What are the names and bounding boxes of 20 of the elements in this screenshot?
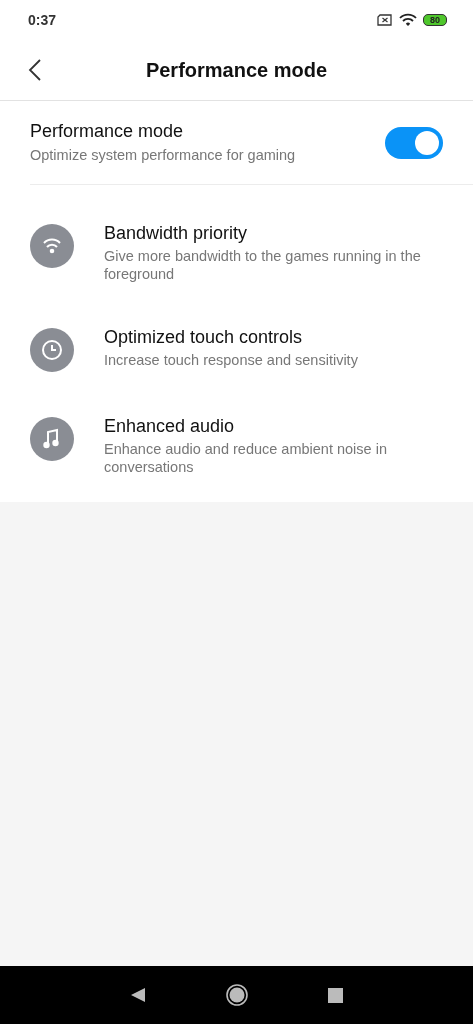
feature-description: Enhance audio and reduce ambient noise in conversations <box>104 440 388 476</box>
feature-description: Give more bandwidth to the games running in the foreground <box>104 247 422 283</box>
feature-title: Bandwidth priority <box>104 223 249 244</box>
feature-title: Enhanced audio <box>104 416 236 437</box>
toggle-switch[interactable] <box>385 126 443 159</box>
home-nav-icon[interactable] <box>226 984 248 1006</box>
page-title: Performance mode <box>145 58 328 82</box>
wifi-icon <box>30 224 74 268</box>
battery-indicator: 80 <box>423 14 447 26</box>
music-note-icon <box>30 417 74 461</box>
recents-nav-icon[interactable] <box>328 987 343 1003</box>
back-nav-icon[interactable] <box>130 987 146 1003</box>
feature-description: Increase touch response and sensitivity <box>104 351 358 369</box>
sim-off-icon <box>377 14 393 26</box>
clock-icon <box>30 328 74 372</box>
wifi-icon <box>399 13 417 27</box>
setting-description: Optimize system performance for gaming <box>30 146 296 164</box>
setting-title: Performance mode <box>30 121 185 142</box>
status-time: 0:37 <box>28 12 57 28</box>
feature-title: Optimized touch controls <box>104 327 304 348</box>
